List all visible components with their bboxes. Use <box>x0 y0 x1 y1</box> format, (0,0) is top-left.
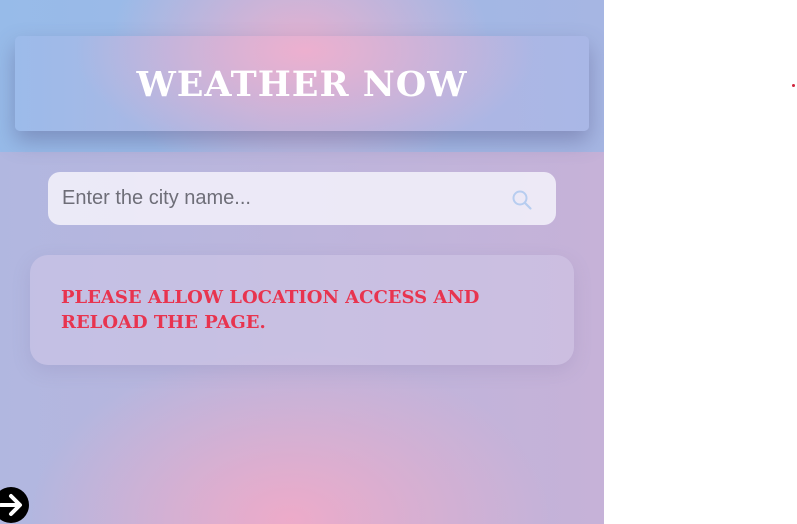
message-card: PLEASE ALLOW LOCATION ACCESS AND RELOAD … <box>30 255 574 365</box>
red-dot-marker <box>792 84 795 87</box>
app-title: WEATHER NOW <box>136 64 468 105</box>
search-input[interactable] <box>62 172 482 225</box>
search-icon[interactable] <box>510 188 534 212</box>
arrow-right-circle-icon[interactable] <box>0 486 30 524</box>
location-permission-message: PLEASE ALLOW LOCATION ACCESS AND RELOAD … <box>61 287 480 333</box>
search-bar <box>48 172 556 225</box>
weather-app: WEATHER NOW PLEASE ALLOW LOCATION ACCESS… <box>0 0 604 524</box>
header-card: WEATHER NOW <box>15 36 589 131</box>
